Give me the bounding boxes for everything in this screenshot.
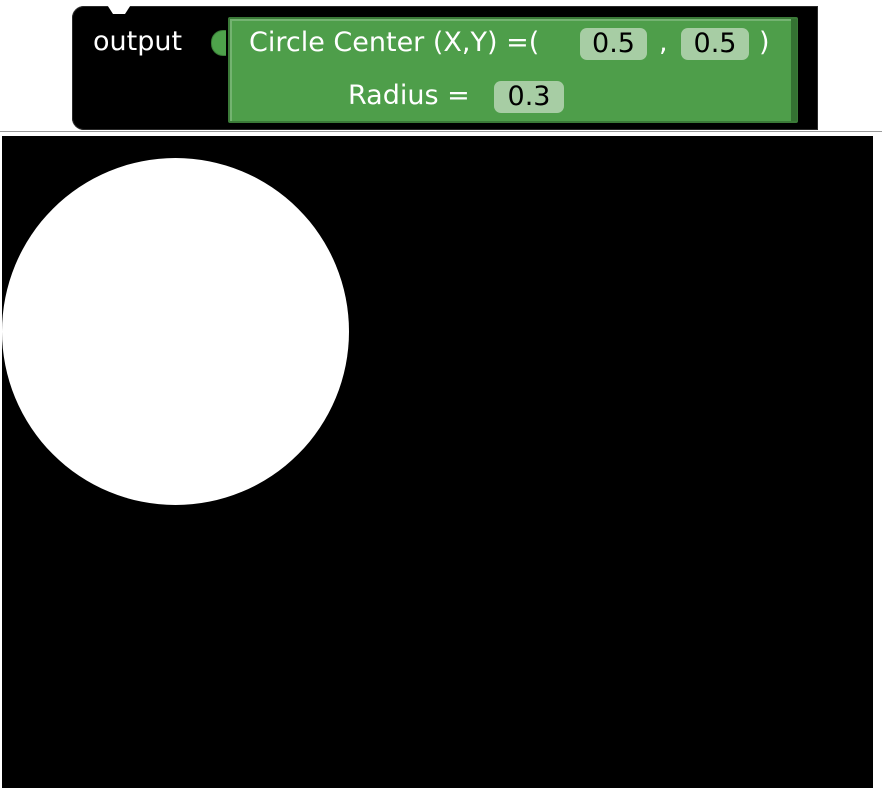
circle-center-label: Circle Center (X,Y) =( (249, 27, 540, 58)
radius-label: Radius = (348, 80, 470, 111)
drawn-circle (2, 158, 349, 505)
center-x-field[interactable]: 0.5 (580, 28, 647, 60)
block-workspace: output Circle Center (X,Y) =( 0.5 , 0.5 … (0, 0, 882, 131)
block-edge (791, 19, 797, 121)
radius-field[interactable]: 0.3 (494, 81, 564, 113)
center-y-field[interactable]: 0.5 (681, 28, 749, 60)
close-paren-label: ) (759, 27, 770, 58)
output-block-label: output (93, 26, 183, 57)
input-connector (211, 30, 226, 56)
divider (0, 131, 882, 132)
output-canvas (2, 136, 873, 788)
page: output Circle Center (X,Y) =( 0.5 , 0.5 … (0, 0, 882, 792)
coordinate-separator: , (659, 27, 668, 58)
